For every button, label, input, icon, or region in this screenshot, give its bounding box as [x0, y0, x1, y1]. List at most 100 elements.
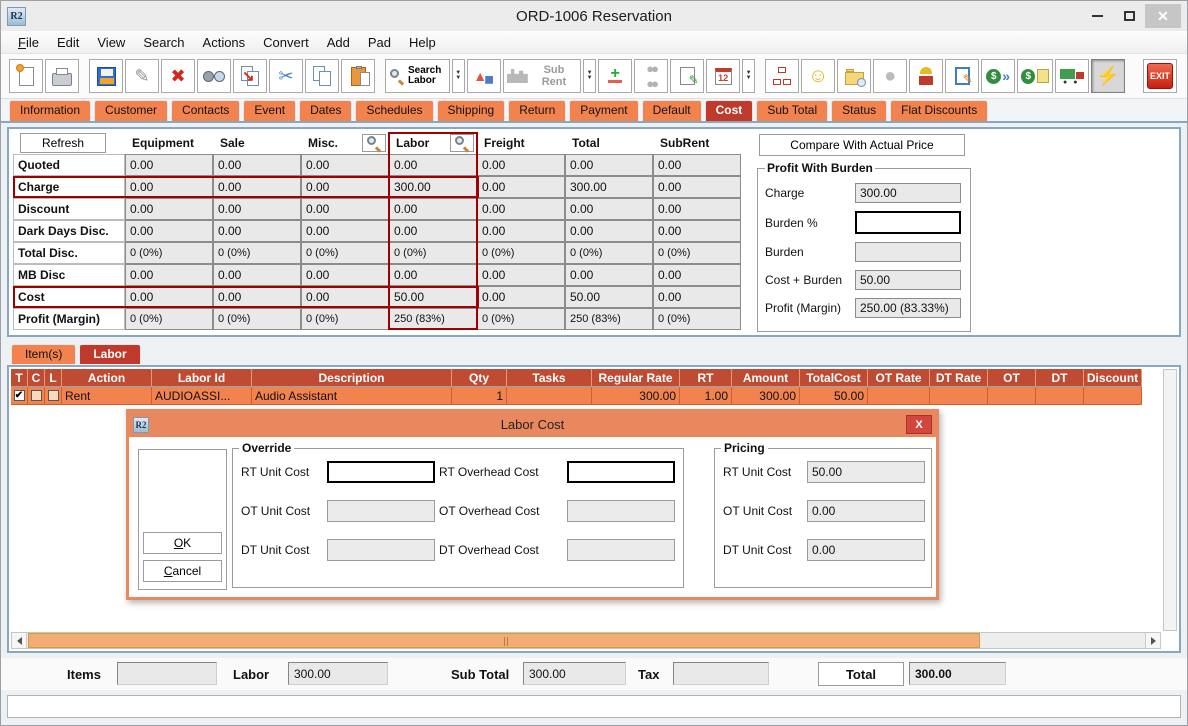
search-labor-dropdown[interactable]: ▼▼ — [452, 59, 465, 93]
labor-col-header-dt-rate[interactable]: DT Rate — [930, 369, 988, 387]
menu-item-search[interactable]: Search — [134, 33, 193, 52]
menu-item-add[interactable]: Add — [318, 33, 359, 52]
labor-col-header-discount[interactable]: Discount — [1084, 369, 1142, 387]
menu-item-actions[interactable]: Actions — [194, 33, 255, 52]
find-button[interactable] — [197, 59, 231, 93]
compare-with-actual-price-button[interactable]: Compare With Actual Price — [759, 134, 965, 156]
tab-shipping[interactable]: Shipping — [437, 100, 506, 121]
labor-col-header-qty[interactable]: Qty — [452, 369, 507, 387]
scrollbar-thumb[interactable] — [28, 633, 980, 648]
menu-item-edit[interactable]: Edit — [48, 33, 88, 52]
save-button[interactable] — [89, 59, 123, 93]
paste-button[interactable] — [341, 59, 375, 93]
truck-button[interactable]: ●● — [1055, 59, 1089, 93]
org-chart-button[interactable] — [765, 59, 799, 93]
cost-col-header-sale: Sale — [213, 132, 301, 154]
smiley-button[interactable]: ☺ — [801, 59, 835, 93]
notes-button[interactable]: ✎ — [670, 59, 704, 93]
new-document-button[interactable] — [9, 59, 43, 93]
refresh-button[interactable]: Refresh — [20, 133, 106, 153]
tab-sub-total[interactable]: Sub Total — [756, 100, 828, 121]
sub-rent-button[interactable]: Sub Rent — [503, 59, 581, 93]
horizontal-scrollbar[interactable] — [11, 632, 1161, 649]
tab-contacts[interactable]: Contacts — [171, 100, 240, 121]
tab-dates[interactable]: Dates — [299, 100, 352, 121]
menu-item-view[interactable]: View — [88, 33, 134, 52]
tab-cost[interactable]: Cost — [705, 100, 754, 121]
tab-default[interactable]: Default — [642, 100, 702, 121]
tab-information[interactable]: Information — [9, 100, 91, 121]
edit-note-button[interactable]: ✎ — [945, 59, 979, 93]
scroll-left-arrow[interactable] — [12, 633, 27, 648]
dollar-forward-button[interactable]: $» — [981, 59, 1015, 93]
plus-minus-icon: + — [608, 69, 622, 83]
labor-col-header-dt[interactable]: DT — [1036, 369, 1084, 387]
magnifier-button-labor[interactable] — [450, 134, 474, 152]
tab-schedules[interactable]: Schedules — [355, 100, 433, 121]
ok-button[interactable]: OK — [143, 532, 222, 554]
burden-percent-input[interactable] — [855, 211, 961, 234]
labor-col-header-amount[interactable]: Amount — [732, 369, 800, 387]
cancel-button[interactable]: Cancel — [143, 560, 222, 582]
close-button[interactable]: ✕ — [1145, 4, 1181, 28]
minimize-button[interactable] — [1081, 4, 1113, 28]
cut-button[interactable]: ✂ — [269, 59, 303, 93]
shapes-button[interactable]: ▲◼ — [467, 59, 501, 93]
edit-button[interactable]: ✎ — [125, 59, 159, 93]
item-tab-item-s[interactable]: Item(s) — [11, 344, 76, 364]
checkbox[interactable] — [48, 390, 59, 401]
rt-unit-cost-input[interactable] — [327, 461, 435, 483]
labor-col-header-totalcost[interactable]: TotalCost — [800, 369, 868, 387]
calendar-button[interactable]: 12 — [706, 59, 740, 93]
package-button[interactable]: ● — [873, 59, 907, 93]
maximize-button[interactable] — [1113, 4, 1145, 28]
folder-history-button[interactable] — [837, 59, 871, 93]
labor-col-header-c[interactable]: C — [28, 369, 45, 387]
sub-rent-dropdown[interactable]: ▼▼ — [583, 59, 596, 93]
add-remove-button[interactable]: + — [598, 59, 632, 93]
menu-item-convert[interactable]: Convert — [254, 33, 318, 52]
exit-button[interactable]: EXIT — [1143, 59, 1177, 93]
labor-col-header-action[interactable]: Action — [62, 369, 152, 387]
print-button[interactable] — [45, 59, 79, 93]
labor-col-header-ot[interactable]: OT — [988, 369, 1036, 387]
vertical-scrollbar[interactable] — [1163, 369, 1177, 631]
delete-button[interactable]: ✖ — [161, 59, 195, 93]
crew-button[interactable] — [909, 59, 943, 93]
magnifier-button-misc[interactable] — [362, 134, 386, 152]
menu-item-pad[interactable]: Pad — [359, 33, 400, 52]
lightning-button[interactable]: ⚡ — [1091, 59, 1125, 93]
copy-button[interactable] — [305, 59, 339, 93]
labor-col-header-ot-rate[interactable]: OT Rate — [868, 369, 930, 387]
labor-col-header-tasks[interactable]: Tasks — [507, 369, 592, 387]
labor-col-header-regular-rate[interactable]: Regular Rate — [592, 369, 680, 387]
labor-col-header-description[interactable]: Description — [252, 369, 452, 387]
labor-col-header-t[interactable]: T — [11, 369, 28, 387]
dialog-close-button[interactable]: X — [906, 415, 932, 434]
menu-item-help[interactable]: Help — [400, 33, 445, 52]
rt-overhead-cost-input[interactable] — [567, 461, 675, 483]
checkbox[interactable] — [31, 390, 42, 401]
scroll-right-arrow[interactable] — [1145, 633, 1160, 648]
tab-status[interactable]: Status — [831, 100, 887, 121]
menu-item-file[interactable]: File — [9, 33, 48, 52]
tab-customer[interactable]: Customer — [94, 100, 168, 121]
tab-event[interactable]: Event — [243, 100, 296, 121]
search-labor-button[interactable]: Search Labor — [385, 59, 450, 93]
cost-cell-cost-labor: 50.00 — [389, 286, 477, 308]
checkbox-checked[interactable]: ✔ — [14, 390, 25, 401]
labor-col-header-rt[interactable]: RT — [680, 369, 732, 387]
labor-col-header-labor-id[interactable]: Labor Id — [152, 369, 252, 387]
item-tab-labor[interactable]: Labor — [79, 344, 140, 364]
tab-flat-discounts[interactable]: Flat Discounts — [890, 100, 988, 121]
dollar-note-button[interactable]: $ — [1017, 59, 1053, 93]
calendar-dropdown[interactable]: ▼▼ — [742, 59, 755, 93]
notepad-icon: ✎ — [680, 67, 695, 85]
labor-col-header-l[interactable]: L — [45, 369, 62, 387]
tab-return[interactable]: Return — [508, 100, 566, 121]
dollar-icon: $ — [986, 69, 1001, 84]
copy-to-button[interactable]: ↘ — [233, 59, 267, 93]
group-button[interactable]: ●●●● — [634, 59, 668, 93]
cost-cell-charge-freight: 0.00 — [477, 176, 565, 198]
tab-payment[interactable]: Payment — [569, 100, 638, 121]
